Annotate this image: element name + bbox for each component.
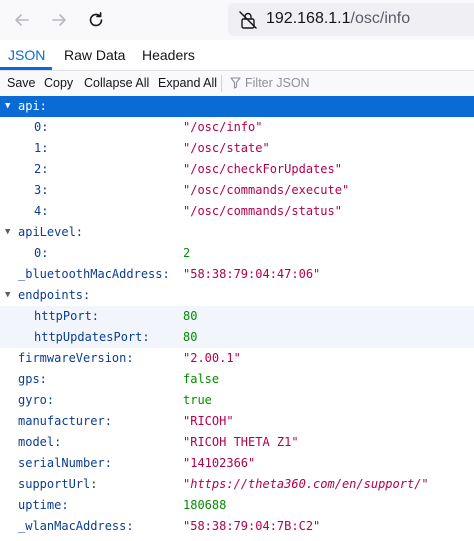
insecure-lock-icon <box>239 11 257 29</box>
tree-row[interactable]: uptime: 180688 <box>0 495 474 516</box>
tree-key: api: <box>18 99 47 113</box>
back-button[interactable] <box>10 8 34 32</box>
copy-button[interactable]: Copy <box>44 76 73 90</box>
tree-key: httpUpdatesPort: <box>34 330 150 344</box>
tree-row[interactable]: firmwareVersion: "2.00.1" <box>0 348 474 369</box>
expand-all-button[interactable]: Expand All <box>158 76 217 90</box>
tree-row[interactable]: model: "RICOH THETA Z1" <box>0 432 474 453</box>
tree-value: true <box>183 393 212 407</box>
toolbar-divider <box>221 75 222 92</box>
forward-button[interactable] <box>47 8 71 32</box>
reload-icon <box>89 12 103 27</box>
tree-value-link[interactable]: "https://theta360.com/en/support/" <box>183 474 429 495</box>
tree-key: endpoints: <box>18 288 91 302</box>
json-actions-bar: Save Copy Collapse All Expand All Filter… <box>0 71 474 97</box>
tree-key: model: <box>18 435 62 449</box>
tree-key: 0: <box>34 120 49 134</box>
tab-raw-data[interactable]: Raw Data <box>64 47 125 63</box>
tree-key: gps: <box>18 372 47 386</box>
tree-key: supportUrl: <box>18 477 98 491</box>
save-button[interactable]: Save <box>7 76 36 90</box>
tree-value: "/osc/commands/status" <box>183 204 342 218</box>
tree-key: apiLevel: <box>18 225 84 239</box>
tree-key: 4: <box>34 204 49 218</box>
tree-row[interactable]: 0: "/osc/info" <box>0 117 474 138</box>
expand-triangle-icon[interactable]: ▼ <box>5 222 10 243</box>
tab-headers[interactable]: Headers <box>142 47 195 63</box>
tree-value: "/osc/state" <box>183 141 270 155</box>
tree-row[interactable]: 0: 2 <box>0 243 474 264</box>
tree-value: "58:38:79:04:7B:C2" <box>183 519 321 533</box>
tree-key: 1: <box>34 141 49 155</box>
tree-key: uptime: <box>18 498 69 512</box>
tree-value: 80 <box>183 330 198 344</box>
tree-value: "/osc/commands/execute" <box>183 183 350 197</box>
arrow-right-icon <box>52 14 66 26</box>
tree-row[interactable]: httpUpdatesPort: 80 <box>0 327 474 348</box>
tree-key: httpPort: <box>34 309 100 323</box>
tree-key: _wlanMacAddress: <box>18 519 134 533</box>
url-path: /osc/info <box>350 10 411 27</box>
url-host: 192.168.1.1 <box>266 10 351 27</box>
tree-row[interactable]: supportUrl: "https://theta360.com/en/sup… <box>0 474 474 495</box>
tree-value: 180688 <box>183 498 227 512</box>
viewer-tabs: JSON Raw Data Headers <box>0 40 474 71</box>
reload-button[interactable] <box>84 8 108 32</box>
tree-row[interactable]: serialNumber: "14102366" <box>0 453 474 474</box>
tab-json[interactable]: JSON <box>8 47 45 63</box>
tree-row[interactable]: 1: "/osc/state" <box>0 138 474 159</box>
tree-row[interactable]: manufacturer: "RICOH" <box>0 411 474 432</box>
active-tab-indicator <box>0 67 52 70</box>
filter-icon <box>230 77 241 89</box>
filter-json-input[interactable]: Filter JSON <box>230 76 310 90</box>
url-text: 192.168.1.1/osc/info <box>266 10 410 28</box>
tree-row[interactable]: _bluetoothMacAddress: "58:38:79:04:47:06… <box>0 264 474 285</box>
tree-row[interactable]: gyro: true <box>0 390 474 411</box>
tree-value: "RICOH THETA Z1" <box>183 435 299 449</box>
tree-value: false <box>183 372 220 386</box>
tree-key: gyro: <box>18 393 55 407</box>
arrow-left-icon <box>15 14 29 26</box>
tree-key: 2: <box>34 162 49 176</box>
tree-row[interactable]: _wlanMacAddress: "58:38:79:04:7B:C2" <box>0 516 474 537</box>
tree-key: 3: <box>34 183 49 197</box>
tree-value: "58:38:79:04:47:06" <box>183 267 321 281</box>
tree-row[interactable]: httpPort: 80 <box>0 306 474 327</box>
tree-value: "/osc/info" <box>183 120 263 134</box>
expand-triangle-icon[interactable]: ▼ <box>5 96 10 117</box>
tree-value: "/osc/checkForUpdates" <box>183 162 342 176</box>
tree-row-api[interactable]: ▼ api: <box>0 96 474 117</box>
tree-key: firmwareVersion: <box>18 351 134 365</box>
tree-key: serialNumber: <box>18 456 112 470</box>
tree-key: manufacturer: <box>18 414 112 428</box>
tree-row[interactable]: 3: "/osc/commands/execute" <box>0 180 474 201</box>
tree-value: 80 <box>183 309 198 323</box>
tree-value: "14102366" <box>183 456 256 470</box>
tree-value: 2 <box>183 246 191 260</box>
url-bar[interactable]: 192.168.1.1/osc/info <box>228 3 474 36</box>
tree-row[interactable]: 4: "/osc/commands/status" <box>0 201 474 222</box>
browser-toolbar: 192.168.1.1/osc/info <box>0 0 474 40</box>
collapse-all-button[interactable]: Collapse All <box>84 76 149 90</box>
tree-row[interactable]: 2: "/osc/checkForUpdates" <box>0 159 474 180</box>
tree-row-endpoints[interactable]: ▼ endpoints: <box>0 285 474 306</box>
tree-key: _bluetoothMacAddress: <box>18 267 170 281</box>
tree-row[interactable]: gps: false <box>0 369 474 390</box>
expand-triangle-icon[interactable]: ▼ <box>5 285 10 306</box>
tree-key: 0: <box>34 246 49 260</box>
tree-row-api-level[interactable]: ▼ apiLevel: <box>0 222 474 243</box>
filter-placeholder: Filter JSON <box>245 76 310 90</box>
tree-value: "RICOH" <box>183 414 234 428</box>
tree-value: "2.00.1" <box>183 351 241 365</box>
